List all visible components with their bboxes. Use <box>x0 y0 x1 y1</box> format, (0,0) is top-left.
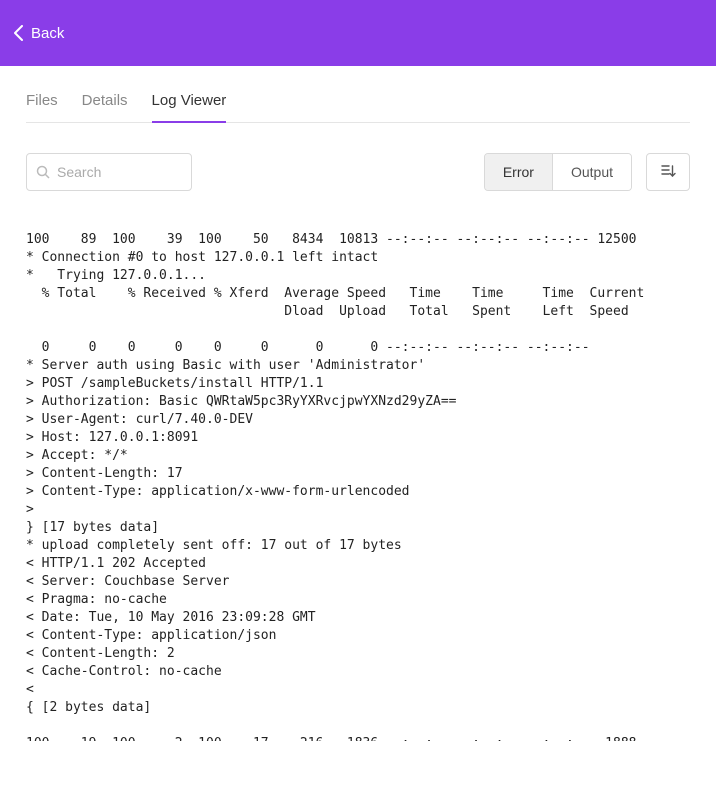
search-field-wrap <box>26 153 192 191</box>
tab-log-viewer[interactable]: Log Viewer <box>152 92 227 123</box>
tabs-bar: Files Details Log Viewer <box>26 66 690 123</box>
page-header: Back <box>0 0 716 66</box>
toolbar: Error Output <box>26 123 690 205</box>
search-input[interactable] <box>26 153 192 191</box>
back-button-label: Back <box>31 25 64 42</box>
back-button[interactable]: Back <box>14 25 64 42</box>
error-output-toggle: Error Output <box>484 153 632 191</box>
chevron-left-icon <box>14 25 23 41</box>
tab-files[interactable]: Files <box>26 92 58 123</box>
sort-icon <box>660 163 676 182</box>
tab-details[interactable]: Details <box>82 92 128 123</box>
toolbar-right: Error Output <box>484 153 690 191</box>
sort-button[interactable] <box>646 153 690 191</box>
error-toggle-button[interactable]: Error <box>485 154 553 190</box>
log-output[interactable]: 100 89 100 39 100 50 8434 10813 --:--:--… <box>26 205 690 741</box>
page-content: Files Details Log Viewer Error Output <box>0 66 716 759</box>
output-toggle-button[interactable]: Output <box>553 154 631 190</box>
search-icon <box>36 165 50 179</box>
